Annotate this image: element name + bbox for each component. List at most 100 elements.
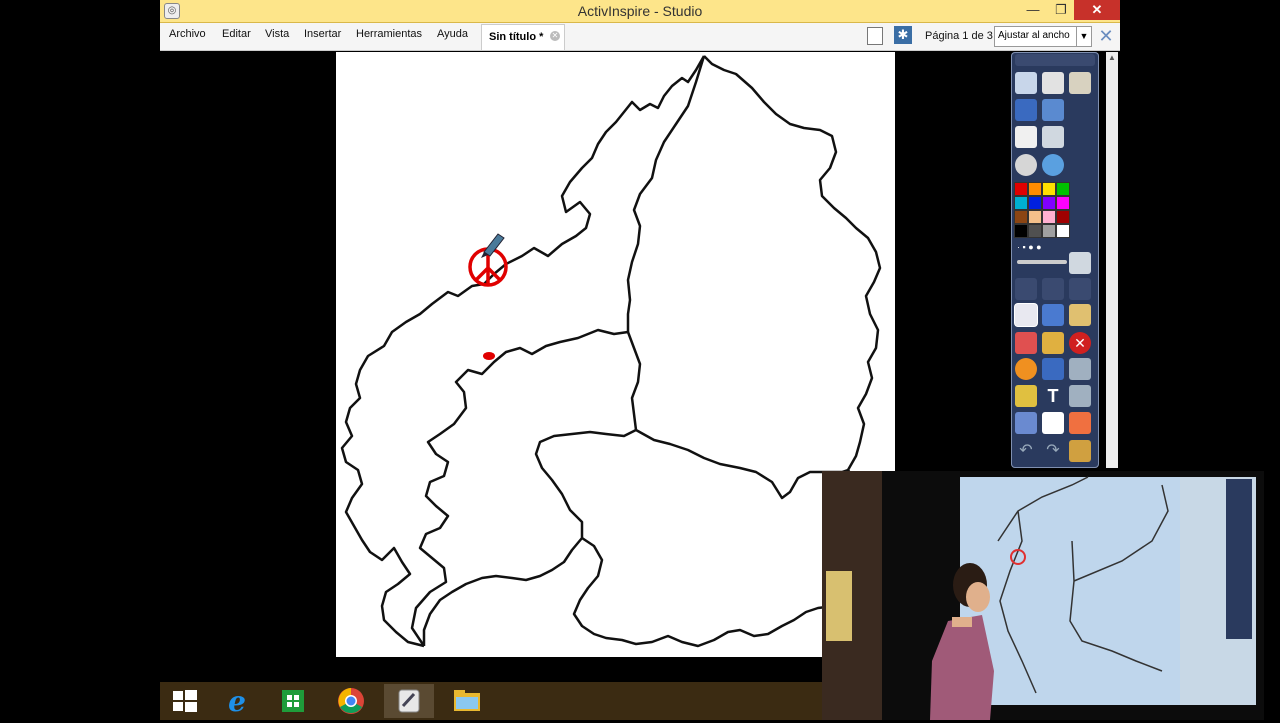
activinspire-icon <box>398 689 420 713</box>
screen-icon[interactable] <box>1069 278 1091 300</box>
color-swatch-0[interactable] <box>1014 182 1028 196</box>
spotlight-icon[interactable] <box>1069 412 1091 434</box>
tab-document[interactable]: Sin título * ✕ <box>481 24 565 50</box>
color-palette <box>1014 182 1072 240</box>
menu-bar: Archivo Editar Vista Insertar Herramient… <box>160 23 1120 51</box>
map-coastline <box>340 55 706 648</box>
maximize-button[interactable]: ❐ <box>1046 0 1076 20</box>
highlighter-icon[interactable] <box>1042 304 1064 326</box>
redo-icon[interactable]: ↷ <box>1042 440 1064 462</box>
pen-width-selector[interactable]: · ▪ ● ● <box>1017 242 1077 252</box>
browser-icon[interactable] <box>1015 72 1037 94</box>
clear-icon[interactable]: ✕ <box>1069 332 1091 354</box>
flipchart-canvas[interactable] <box>336 52 895 657</box>
window-title: ActivInspire - Studio <box>577 3 703 19</box>
minimize-button[interactable]: — <box>1018 0 1048 20</box>
tools-crossed-icon[interactable] <box>1042 278 1064 300</box>
color-swatch-6[interactable] <box>1042 196 1056 210</box>
new-page-icon[interactable] <box>1015 126 1037 148</box>
toolbox-header[interactable] <box>1015 54 1095 66</box>
color-swatch-8[interactable] <box>1014 210 1028 224</box>
color-swatch-12[interactable] <box>1014 224 1028 238</box>
select-icon[interactable] <box>1015 278 1037 300</box>
menu-editar[interactable]: Editar <box>222 28 251 40</box>
map-border-inner-2 <box>626 331 849 500</box>
print-icon[interactable] <box>1042 126 1064 148</box>
color-swatch-5[interactable] <box>1028 196 1042 210</box>
start-icon <box>173 690 197 712</box>
pen-icon[interactable] <box>1015 304 1037 326</box>
map-border-east <box>703 55 882 471</box>
camera-icon[interactable] <box>1069 385 1091 407</box>
shape-icon[interactable] <box>1015 358 1037 380</box>
taskbar-start[interactable] <box>160 684 210 718</box>
clipboard-icon[interactable] <box>1069 252 1091 274</box>
map-border-inner-1 <box>626 55 706 332</box>
zoom-select-value: Ajustar al ancho <box>998 30 1070 41</box>
desktop-icon[interactable] <box>1069 358 1091 380</box>
desktop-annotate-icon[interactable] <box>1015 385 1037 407</box>
chrome-icon <box>338 688 364 714</box>
scroll-up-icon[interactable]: ▲ <box>1106 52 1118 64</box>
main-toolbox: · ▪ ● ● ✕ T ↶ ↷ <box>1011 52 1099 468</box>
color-swatch-1[interactable] <box>1028 182 1042 196</box>
menu-vista[interactable]: Vista <box>265 28 289 40</box>
internet-explorer-icon: e <box>228 685 246 718</box>
color-swatch-13[interactable] <box>1028 224 1042 238</box>
tools-menu-icon[interactable] <box>1069 440 1091 462</box>
color-swatch-2[interactable] <box>1042 182 1056 196</box>
menu-archivo[interactable]: Archivo <box>169 28 206 40</box>
color-swatch-11[interactable] <box>1056 210 1070 224</box>
close-button[interactable]: ✕ <box>1074 0 1120 20</box>
menu-ayuda[interactable]: Ayuda <box>437 28 468 40</box>
menu-herramientas[interactable]: Herramientas <box>356 28 422 40</box>
fullscreen-icon[interactable]: ✕ <box>1096 26 1116 46</box>
fill-icon[interactable] <box>1042 332 1064 354</box>
eraser-icon[interactable] <box>1015 332 1037 354</box>
taskbar-chrome[interactable] <box>326 684 376 718</box>
activ-icon[interactable]: ✱ <box>894 26 912 44</box>
galicia-map <box>340 55 894 648</box>
user-icon[interactable] <box>1042 72 1064 94</box>
close-tab-icon[interactable]: ✕ <box>550 31 560 41</box>
color-swatch-14[interactable] <box>1042 224 1056 238</box>
color-swatch-10[interactable] <box>1042 210 1056 224</box>
magic-ink-icon[interactable] <box>1069 304 1091 326</box>
taskbar-activinspire[interactable] <box>384 684 434 718</box>
chevron-down-icon[interactable]: ▼ <box>1076 27 1091 46</box>
pen-mode-icon[interactable] <box>1069 72 1091 94</box>
map-border-inner-3 <box>422 428 637 646</box>
tab-document-label: Sin título * <box>489 31 544 43</box>
globe-icon[interactable] <box>1042 154 1064 176</box>
handwriting-icon[interactable] <box>1015 99 1037 121</box>
file-explorer-icon <box>454 690 480 711</box>
svg-text:e: e <box>228 685 246 718</box>
webcam-image <box>822 471 1264 720</box>
flask-icon[interactable] <box>1015 412 1037 434</box>
color-swatch-7[interactable] <box>1056 196 1070 210</box>
connector-icon[interactable] <box>1042 358 1064 380</box>
color-swatch-3[interactable] <box>1056 182 1070 196</box>
vertical-scrollbar[interactable]: ▲ <box>1106 52 1118 468</box>
taskbar-explorer[interactable] <box>442 684 492 718</box>
play-icon[interactable] <box>1015 154 1037 176</box>
tools-icon[interactable] <box>1042 99 1064 121</box>
taskbar-store[interactable] <box>268 684 318 718</box>
width-slider[interactable] <box>1017 260 1067 264</box>
red-dot-mark <box>483 352 495 360</box>
color-swatch-15[interactable] <box>1056 224 1070 238</box>
color-swatch-4[interactable] <box>1014 196 1028 210</box>
menu-insertar[interactable]: Insertar <box>304 28 341 40</box>
webcam-overlay <box>822 471 1264 720</box>
windows-taskbar: e <box>160 682 822 720</box>
taskbar-ie[interactable]: e <box>212 684 262 718</box>
zoom-select[interactable]: Ajustar al ancho ▼ <box>994 26 1092 47</box>
text-icon[interactable]: T <box>1042 385 1064 407</box>
color-swatch-9[interactable] <box>1028 210 1042 224</box>
reset-page-icon[interactable] <box>1042 412 1064 434</box>
store-icon <box>282 690 304 712</box>
map-coast-south <box>410 328 629 647</box>
undo-icon[interactable]: ↶ <box>1015 440 1037 462</box>
page-browser-icon[interactable] <box>867 27 883 45</box>
title-bar: ◎ ActivInspire - Studio — ❐ ✕ <box>160 0 1120 23</box>
